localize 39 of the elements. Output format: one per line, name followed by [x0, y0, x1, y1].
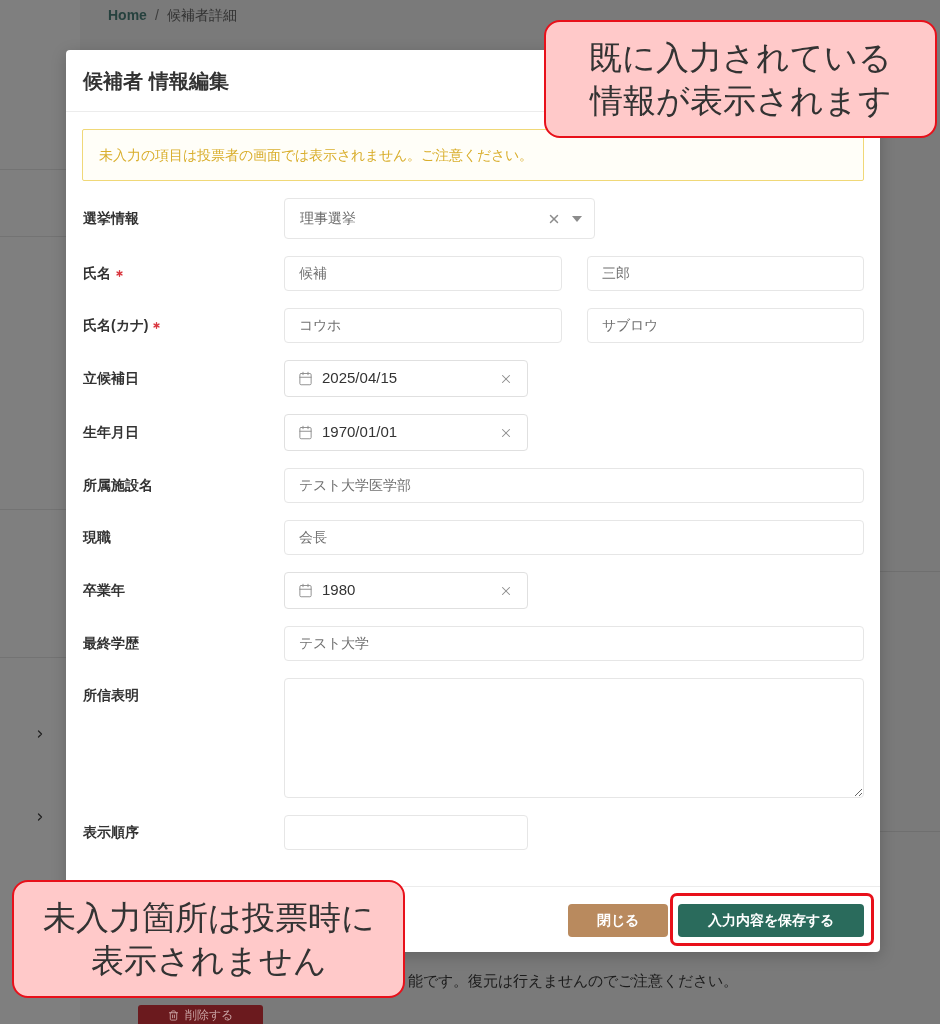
text-field[interactable]: テスト大学: [284, 626, 864, 661]
field-label: 氏名(カナ): [83, 316, 149, 335]
callout-note: 既に入力されている情報が表示されます: [544, 20, 937, 138]
trash-icon: [168, 1009, 179, 1021]
date-field[interactable]: 2025/04/15: [284, 360, 528, 397]
field-label: 現職: [83, 528, 111, 547]
textarea-field[interactable]: [284, 678, 864, 798]
notice-banner: 未入力の項目は投票者の画面では表示されません。ご注意ください。: [82, 129, 864, 181]
field-label: 所属施設名: [83, 476, 153, 495]
field-label: 立候補日: [83, 369, 139, 388]
calendar-icon: [298, 425, 313, 440]
text-field[interactable]: 候補: [284, 256, 562, 291]
date-field[interactable]: 1980: [284, 572, 528, 609]
delete-button[interactable]: 削除する: [138, 1005, 263, 1024]
field-label: 選挙情報: [83, 209, 139, 228]
callout-note: 未入力箇所は投票時に表示されません: [12, 880, 405, 998]
field-label: 所信表明: [83, 686, 139, 705]
text-field[interactable]: [284, 815, 528, 850]
text-field[interactable]: 会長: [284, 520, 864, 555]
warning-text: 能です。復元は行えませんのでご注意ください。: [408, 972, 738, 990]
caret-down-icon[interactable]: [572, 215, 582, 222]
breadcrumb-separator: /: [154, 6, 159, 25]
close-button[interactable]: 閉じる: [568, 904, 668, 937]
field-label: 氏名: [83, 264, 111, 283]
text-field[interactable]: テスト大学医学部: [284, 468, 864, 503]
field-label: 最終学歴: [83, 634, 139, 653]
field-label: 卒業年: [83, 581, 125, 600]
select-field[interactable]: 理事選挙: [284, 198, 595, 239]
breadcrumb-current: 候補者詳細: [166, 6, 237, 25]
text-field[interactable]: コウホ: [284, 308, 562, 343]
date-field[interactable]: 1970/01/01: [284, 414, 528, 451]
text-field[interactable]: サブロウ: [586, 308, 864, 343]
calendar-icon: [298, 583, 313, 598]
field-label: 生年月日: [83, 423, 139, 442]
calendar-icon: [298, 371, 313, 386]
field-label: 表示順序: [83, 823, 139, 842]
save-button[interactable]: 入力内容を保存する: [678, 904, 864, 937]
text-field[interactable]: 三郎: [586, 256, 864, 291]
dialog-title: 候補者 情報編集: [83, 68, 229, 94]
